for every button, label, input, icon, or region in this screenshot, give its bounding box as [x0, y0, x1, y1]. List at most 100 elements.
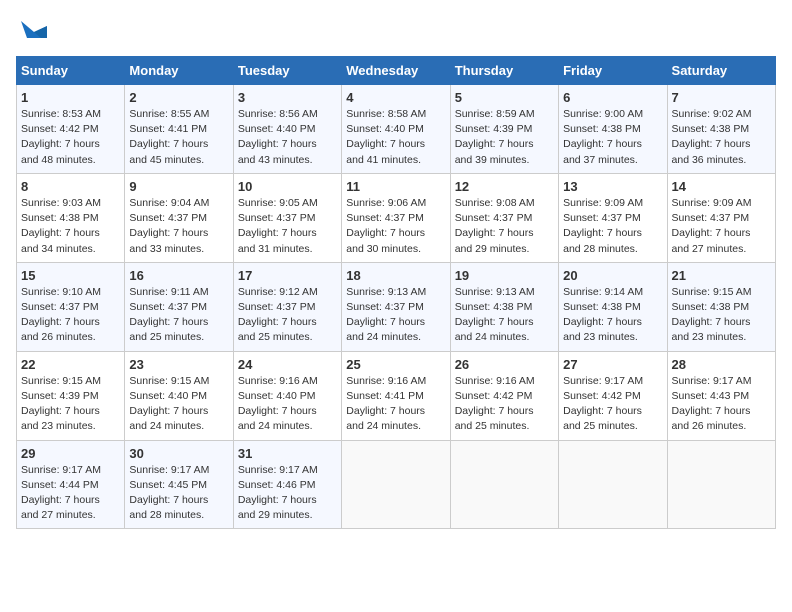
- day-number: 8: [21, 179, 120, 194]
- day-info: Sunrise: 9:17 AM Sunset: 4:44 PM Dayligh…: [21, 463, 120, 524]
- calendar-cell: 13 Sunrise: 9:09 AM Sunset: 4:37 PM Dayli…: [559, 173, 667, 262]
- day-info: Sunrise: 9:16 AM Sunset: 4:41 PM Dayligh…: [346, 374, 445, 435]
- day-number: 23: [129, 357, 228, 372]
- day-info: Sunrise: 9:15 AM Sunset: 4:39 PM Dayligh…: [21, 374, 120, 435]
- day-info: Sunrise: 9:03 AM Sunset: 4:38 PM Dayligh…: [21, 196, 120, 257]
- day-number: 4: [346, 90, 445, 105]
- calendar-cell: [450, 440, 558, 529]
- calendar-cell: 30 Sunrise: 9:17 AM Sunset: 4:45 PM Dayli…: [125, 440, 233, 529]
- calendar-week-1: 1 Sunrise: 8:53 AM Sunset: 4:42 PM Daylig…: [17, 85, 776, 174]
- day-info: Sunrise: 9:13 AM Sunset: 4:37 PM Dayligh…: [346, 285, 445, 346]
- calendar-body: 1 Sunrise: 8:53 AM Sunset: 4:42 PM Daylig…: [17, 85, 776, 529]
- calendar-cell: 6 Sunrise: 9:00 AM Sunset: 4:38 PM Daylig…: [559, 85, 667, 174]
- calendar-cell: 18Sunrise: 9:13 AM Sunset: 4:37 PM Dayli…: [342, 262, 450, 351]
- column-header-monday: Monday: [125, 57, 233, 85]
- calendar-cell: [559, 440, 667, 529]
- day-number: 12: [455, 179, 554, 194]
- day-info: Sunrise: 8:53 AM Sunset: 4:42 PM Dayligh…: [21, 107, 120, 168]
- calendar-week-2: 8 Sunrise: 9:03 AM Sunset: 4:38 PM Daylig…: [17, 173, 776, 262]
- day-info: Sunrise: 9:16 AM Sunset: 4:42 PM Dayligh…: [455, 374, 554, 435]
- calendar-cell: 26Sunrise: 9:16 AM Sunset: 4:42 PM Dayli…: [450, 351, 558, 440]
- calendar-cell: 17 Sunrise: 9:12 AM Sunset: 4:37 PM Dayli…: [233, 262, 341, 351]
- calendar-cell: 21Sunrise: 9:15 AM Sunset: 4:38 PM Dayli…: [667, 262, 775, 351]
- day-number: 5: [455, 90, 554, 105]
- calendar-cell: 28 Sunrise: 9:17 AM Sunset: 4:43 PM Dayli…: [667, 351, 775, 440]
- calendar-cell: 10 Sunrise: 9:05 AM Sunset: 4:37 PM Dayli…: [233, 173, 341, 262]
- calendar-cell: 2Sunrise: 8:55 AM Sunset: 4:41 PM Daylig…: [125, 85, 233, 174]
- calendar-cell: 5 Sunrise: 8:59 AM Sunset: 4:39 PM Daylig…: [450, 85, 558, 174]
- day-number: 10: [238, 179, 337, 194]
- day-info: Sunrise: 9:13 AM Sunset: 4:38 PM Dayligh…: [455, 285, 554, 346]
- day-number: 15: [21, 268, 120, 283]
- logo: [16, 16, 49, 46]
- day-number: 31: [238, 446, 337, 461]
- column-header-thursday: Thursday: [450, 57, 558, 85]
- calendar-cell: 12Sunrise: 9:08 AM Sunset: 4:37 PM Dayli…: [450, 173, 558, 262]
- calendar-cell: 9 Sunrise: 9:04 AM Sunset: 4:37 PM Daylig…: [125, 173, 233, 262]
- column-header-wednesday: Wednesday: [342, 57, 450, 85]
- day-info: Sunrise: 9:17 AM Sunset: 4:42 PM Dayligh…: [563, 374, 662, 435]
- calendar-cell: 27 Sunrise: 9:17 AM Sunset: 4:42 PM Dayli…: [559, 351, 667, 440]
- day-info: Sunrise: 9:15 AM Sunset: 4:38 PM Dayligh…: [672, 285, 771, 346]
- calendar-cell: 19 Sunrise: 9:13 AM Sunset: 4:38 PM Dayli…: [450, 262, 558, 351]
- column-header-sunday: Sunday: [17, 57, 125, 85]
- day-info: Sunrise: 9:11 AM Sunset: 4:37 PM Dayligh…: [129, 285, 228, 346]
- day-number: 6: [563, 90, 662, 105]
- day-number: 20: [563, 268, 662, 283]
- day-number: 28: [672, 357, 771, 372]
- day-info: Sunrise: 9:17 AM Sunset: 4:43 PM Dayligh…: [672, 374, 771, 435]
- calendar-cell: 15Sunrise: 9:10 AM Sunset: 4:37 PM Dayli…: [17, 262, 125, 351]
- column-header-friday: Friday: [559, 57, 667, 85]
- day-info: Sunrise: 9:17 AM Sunset: 4:46 PM Dayligh…: [238, 463, 337, 524]
- calendar-cell: 29 Sunrise: 9:17 AM Sunset: 4:44 PM Dayli…: [17, 440, 125, 529]
- page-header: [16, 16, 776, 46]
- day-info: Sunrise: 9:02 AM Sunset: 4:38 PM Dayligh…: [672, 107, 771, 168]
- day-number: 24: [238, 357, 337, 372]
- calendar-header-row: SundayMondayTuesdayWednesdayThursdayFrid…: [17, 57, 776, 85]
- day-number: 9: [129, 179, 228, 194]
- day-number: 29: [21, 446, 120, 461]
- calendar-cell: 11 Sunrise: 9:06 AM Sunset: 4:37 PM Dayli…: [342, 173, 450, 262]
- day-info: Sunrise: 9:06 AM Sunset: 4:37 PM Dayligh…: [346, 196, 445, 257]
- calendar-cell: 1 Sunrise: 8:53 AM Sunset: 4:42 PM Daylig…: [17, 85, 125, 174]
- day-number: 25: [346, 357, 445, 372]
- calendar-cell: 3 Sunrise: 8:56 AM Sunset: 4:40 PM Daylig…: [233, 85, 341, 174]
- day-number: 30: [129, 446, 228, 461]
- day-info: Sunrise: 9:14 AM Sunset: 4:38 PM Dayligh…: [563, 285, 662, 346]
- day-info: Sunrise: 9:04 AM Sunset: 4:37 PM Dayligh…: [129, 196, 228, 257]
- day-number: 19: [455, 268, 554, 283]
- day-number: 14: [672, 179, 771, 194]
- day-number: 11: [346, 179, 445, 194]
- day-number: 16: [129, 268, 228, 283]
- day-number: 13: [563, 179, 662, 194]
- day-info: Sunrise: 9:05 AM Sunset: 4:37 PM Dayligh…: [238, 196, 337, 257]
- calendar-cell: 24 Sunrise: 9:16 AM Sunset: 4:40 PM Dayli…: [233, 351, 341, 440]
- day-number: 17: [238, 268, 337, 283]
- calendar-cell: 20 Sunrise: 9:14 AM Sunset: 4:38 PM Dayli…: [559, 262, 667, 351]
- calendar-table: SundayMondayTuesdayWednesdayThursdayFrid…: [16, 56, 776, 529]
- day-info: Sunrise: 9:09 AM Sunset: 4:37 PM Dayligh…: [563, 196, 662, 257]
- day-info: Sunrise: 9:12 AM Sunset: 4:37 PM Dayligh…: [238, 285, 337, 346]
- day-number: 3: [238, 90, 337, 105]
- calendar-week-3: 15Sunrise: 9:10 AM Sunset: 4:37 PM Dayli…: [17, 262, 776, 351]
- day-info: Sunrise: 8:58 AM Sunset: 4:40 PM Dayligh…: [346, 107, 445, 168]
- calendar-cell: 23 Sunrise: 9:15 AM Sunset: 4:40 PM Dayli…: [125, 351, 233, 440]
- day-info: Sunrise: 8:59 AM Sunset: 4:39 PM Dayligh…: [455, 107, 554, 168]
- day-number: 27: [563, 357, 662, 372]
- day-info: Sunrise: 9:17 AM Sunset: 4:45 PM Dayligh…: [129, 463, 228, 524]
- day-info: Sunrise: 8:55 AM Sunset: 4:41 PM Dayligh…: [129, 107, 228, 168]
- day-number: 22: [21, 357, 120, 372]
- column-header-saturday: Saturday: [667, 57, 775, 85]
- calendar-week-4: 22 Sunrise: 9:15 AM Sunset: 4:39 PM Dayli…: [17, 351, 776, 440]
- calendar-cell: 16 Sunrise: 9:11 AM Sunset: 4:37 PM Dayli…: [125, 262, 233, 351]
- day-info: Sunrise: 8:56 AM Sunset: 4:40 PM Dayligh…: [238, 107, 337, 168]
- calendar-cell: 4 Sunrise: 8:58 AM Sunset: 4:40 PM Daylig…: [342, 85, 450, 174]
- day-number: 1: [21, 90, 120, 105]
- calendar-cell: 22 Sunrise: 9:15 AM Sunset: 4:39 PM Dayli…: [17, 351, 125, 440]
- day-info: Sunrise: 9:16 AM Sunset: 4:40 PM Dayligh…: [238, 374, 337, 435]
- day-info: Sunrise: 9:00 AM Sunset: 4:38 PM Dayligh…: [563, 107, 662, 168]
- day-info: Sunrise: 9:15 AM Sunset: 4:40 PM Dayligh…: [129, 374, 228, 435]
- calendar-cell: 8 Sunrise: 9:03 AM Sunset: 4:38 PM Daylig…: [17, 173, 125, 262]
- day-number: 7: [672, 90, 771, 105]
- calendar-cell: 25 Sunrise: 9:16 AM Sunset: 4:41 PM Dayli…: [342, 351, 450, 440]
